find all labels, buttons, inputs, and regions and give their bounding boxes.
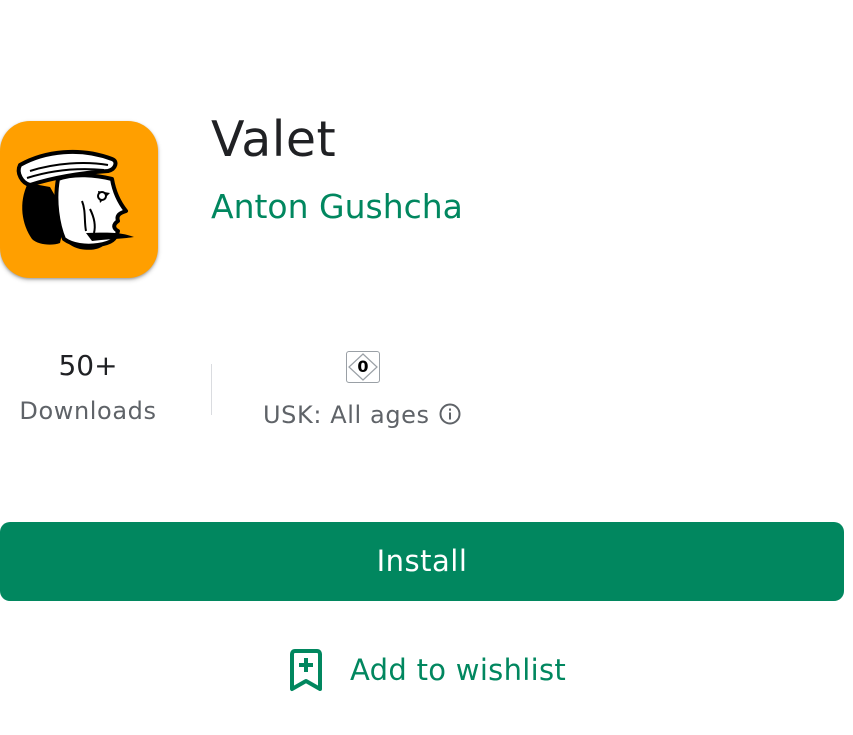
content-rating-label: USK: All ages — [263, 401, 430, 429]
add-to-wishlist-button[interactable]: Add to wishlist — [288, 648, 566, 692]
usk-rating-badge: 0 — [346, 351, 380, 383]
bookmark-add-icon — [290, 649, 322, 691]
knave-portrait-icon — [16, 149, 134, 250]
install-button[interactable]: Install — [0, 522, 844, 601]
developer-link[interactable]: Anton Gushcha — [211, 183, 463, 231]
downloads-label: Downloads — [19, 397, 157, 425]
rating-badge-number: 0 — [357, 357, 369, 376]
downloads-count: 50+ — [58, 349, 118, 382]
app-icon — [0, 121, 158, 278]
info-circle-icon[interactable] — [438, 402, 462, 426]
downloads-stat: 50+ Downloads — [10, 346, 166, 428]
stats-divider — [211, 364, 212, 415]
app-details-page: Valet Anton Gushcha 50+ Downloads 0 USK:… — [0, 0, 853, 735]
app-title: Valet — [211, 111, 337, 168]
wishlist-label: Add to wishlist — [350, 653, 567, 687]
